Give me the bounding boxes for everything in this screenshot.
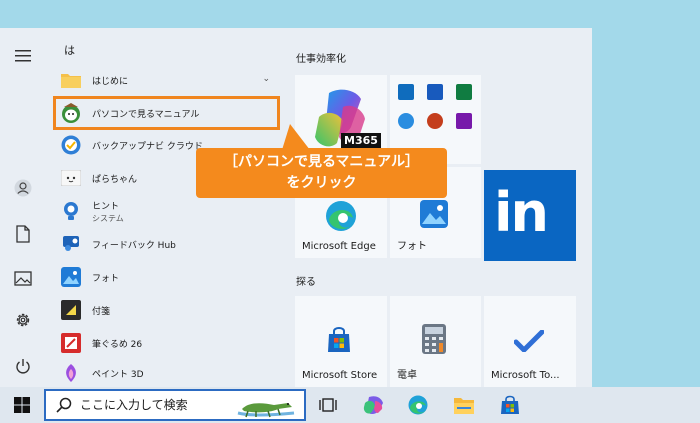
powerpoint-icon[interactable] xyxy=(427,113,443,129)
file-explorer-icon[interactable] xyxy=(452,393,476,417)
app-label: バックアップナビ クラウド xyxy=(92,141,203,152)
windows-start-icon[interactable] xyxy=(10,393,34,417)
pinned-tiles: 仕事効率化 M365 Microsoft Edge フォト in 探る Micr… xyxy=(286,28,592,387)
letter-heading[interactable]: は xyxy=(64,42,75,58)
folder-icon xyxy=(60,69,82,91)
store-icon xyxy=(328,327,350,352)
user-account-icon[interactable] xyxy=(9,174,37,202)
hamburger-menu-icon[interactable] xyxy=(9,42,37,70)
app-item-paint-3d[interactable]: ペイント 3D xyxy=(54,360,280,386)
app-item-fudegurume[interactable]: 筆ぐるめ 26 xyxy=(54,327,280,359)
app-label: ヒント システム xyxy=(92,199,124,224)
tile-calculator[interactable]: 電卓 xyxy=(390,296,481,387)
backup-navi-icon xyxy=(60,134,82,156)
search-input[interactable] xyxy=(80,398,250,412)
documents-icon[interactable] xyxy=(9,220,37,248)
edge-icon xyxy=(326,201,356,231)
task-view-icon[interactable] xyxy=(316,393,340,417)
app-label: ペイント 3D xyxy=(92,369,144,380)
app-item-tips[interactable]: ヒント システム xyxy=(54,195,280,227)
tile-label: フォト xyxy=(397,241,427,252)
settings-gear-icon[interactable] xyxy=(9,306,37,334)
power-icon[interactable] xyxy=(9,352,37,380)
photos-icon xyxy=(60,266,82,288)
app-label: フォト xyxy=(92,273,120,284)
app-item-sticky-notes[interactable]: 付箋 xyxy=(54,294,280,326)
paint-3d-icon xyxy=(60,362,82,384)
store-taskbar-icon[interactable] xyxy=(498,393,522,417)
group-title-productivity: 仕事効率化 xyxy=(296,54,346,65)
copilot-icon[interactable] xyxy=(362,393,386,417)
start-rail xyxy=(0,28,46,387)
todo-check-icon xyxy=(514,330,544,352)
highlight-frame xyxy=(53,96,280,130)
tile-linkedin[interactable]: in xyxy=(484,170,576,261)
fudegurume-icon xyxy=(60,332,82,354)
chevron-down-icon[interactable]: ⌄ xyxy=(262,74,270,84)
onenote-icon[interactable] xyxy=(456,113,472,129)
tile-todo[interactable]: Microsoft To... xyxy=(484,296,576,387)
linkedin-icon: in xyxy=(494,181,549,244)
group-title-explore: 探る xyxy=(296,277,316,288)
parachan-icon xyxy=(60,167,82,189)
app-item-hajimeni[interactable]: はじめに ⌄ xyxy=(54,64,280,96)
search-highlight-illustration xyxy=(234,393,298,419)
app-label: 付箋 xyxy=(92,306,111,317)
tile-label: 電卓 xyxy=(397,370,417,381)
instruction-callout: ［パソコンで見るマニュアル］ をクリック xyxy=(196,148,447,198)
app-label: フィードバック Hub xyxy=(92,240,176,251)
photos-icon xyxy=(420,200,448,228)
excel-icon[interactable] xyxy=(456,84,472,100)
tips-icon xyxy=(60,200,82,222)
feedback-hub-icon xyxy=(60,233,82,255)
search-icon xyxy=(56,397,72,413)
word-icon[interactable] xyxy=(427,84,443,100)
calculator-icon xyxy=(422,324,446,354)
tile-label: Microsoft Store xyxy=(302,370,378,381)
sticky-notes-icon xyxy=(60,299,82,321)
onedrive-icon[interactable] xyxy=(398,113,414,129)
taskbar xyxy=(0,387,700,423)
app-list: は はじめに ⌄ パソコンで見るマニュアル バックアップナビ クラウド ぱらちゃ… xyxy=(46,28,286,387)
pictures-icon[interactable] xyxy=(9,264,37,292)
app-label: ぱらちゃん xyxy=(92,174,138,185)
tile-label: Microsoft Edge xyxy=(302,241,376,252)
taskbar-search-box[interactable] xyxy=(44,389,306,421)
m365-badge: M365 xyxy=(341,133,381,148)
edge-taskbar-icon[interactable] xyxy=(406,393,430,417)
app-item-photos[interactable]: フォト xyxy=(54,261,280,293)
app-label-main: ヒント xyxy=(92,201,120,212)
tile-label: Microsoft To... xyxy=(491,370,560,381)
app-item-feedback-hub[interactable]: フィードバック Hub xyxy=(54,228,280,260)
app-label: 筆ぐるめ 26 xyxy=(92,339,143,350)
outlook-icon[interactable] xyxy=(398,84,414,100)
callout-line-2: をクリック xyxy=(286,175,357,191)
app-label-sub: システム xyxy=(92,213,124,223)
tile-microsoft-store[interactable]: Microsoft Store xyxy=(295,296,387,387)
callout-line-1: ［パソコンで見るマニュアル］ xyxy=(223,154,420,170)
app-label: はじめに xyxy=(92,76,129,87)
